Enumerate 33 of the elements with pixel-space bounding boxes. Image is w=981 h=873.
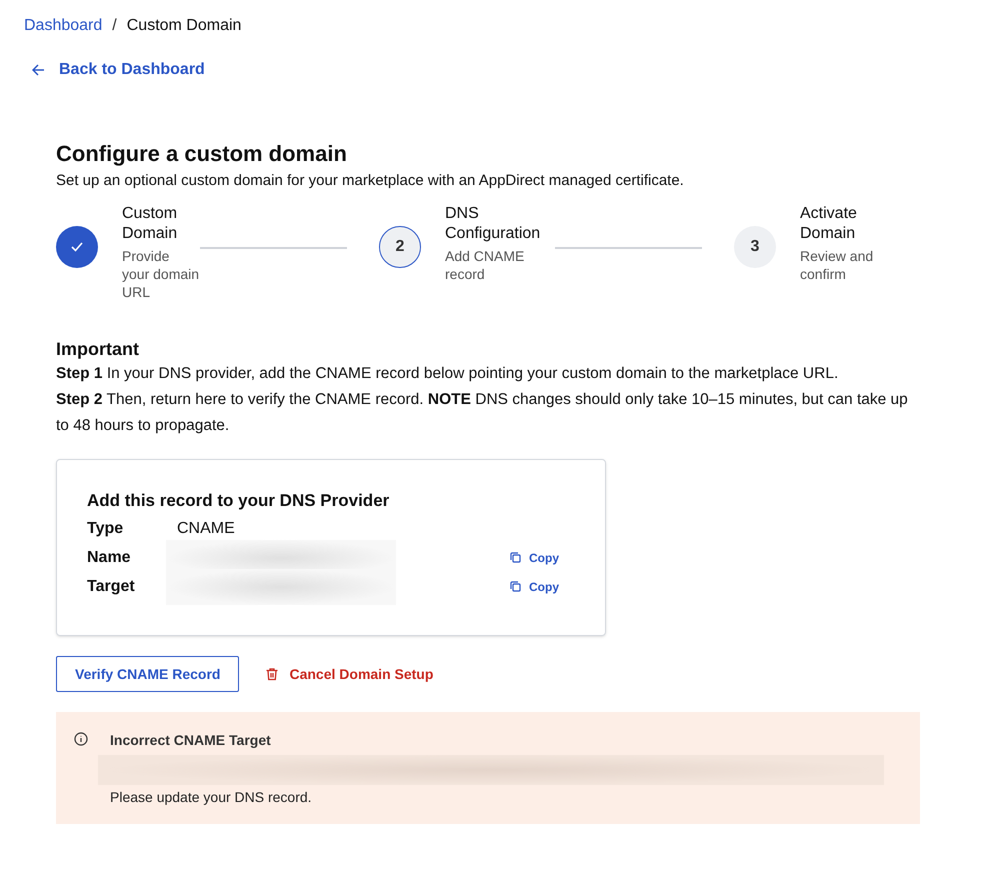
record-label: Name [87,548,132,568]
step-description: Provide your domain URL [122,247,200,301]
record-value: CNAME [177,518,235,538]
verify-button[interactable]: Verify CNAME Record [56,656,240,692]
step-number: 2 [379,226,421,268]
step-number: 3 [734,226,776,268]
back-arrow-icon [32,64,45,76]
breadcrumb-link[interactable]: Dashboard [24,16,102,36]
back-link[interactable]: Back to Dashboard [32,58,205,82]
breadcrumb-current: Custom Domain [126,16,242,36]
instruction-text: Step 1 In your DNS provider, add the CNAME record below pointing your custom domain to the marketplace URL. [56,364,840,384]
cancel-button[interactable]: Cancel Domain Setup [265,664,434,684]
alert-message: Please update your DNS record. [110,788,313,807]
step-title: Custom Domain [122,204,178,244]
page-subtitle: Set up an optional custom domain for your marketplace with an AppDirect managed certificate. [56,171,685,191]
record-label: Type [87,518,124,538]
page-title: Configure a custom domain [56,140,348,168]
step-title: Activate Domain [800,204,858,244]
copy-button[interactable]: Copy [510,578,559,596]
copy-icon [510,552,521,563]
alert-title: Incorrect CNAME Target [110,731,272,750]
instruction-text: Step 2 Then, return here to verify the CNAME record. NOTE DNS changes should only take 10–15 minutes, but can take up to 48 hours to propagate. [56,390,909,436]
trash-icon [265,667,280,681]
info-icon [74,732,88,746]
step-description: Review and confirm [800,247,874,283]
record-label: Target [87,576,136,596]
copy-button[interactable]: Copy [510,548,559,566]
step-description: Add CNAME record [445,247,526,283]
breadcrumb-separator: / [112,16,117,36]
card-title: Add this record to your DNS Provider [87,490,390,512]
step-title: DNS Configuration [445,204,542,244]
copy-icon [510,581,521,592]
important-heading: Important [56,338,140,361]
